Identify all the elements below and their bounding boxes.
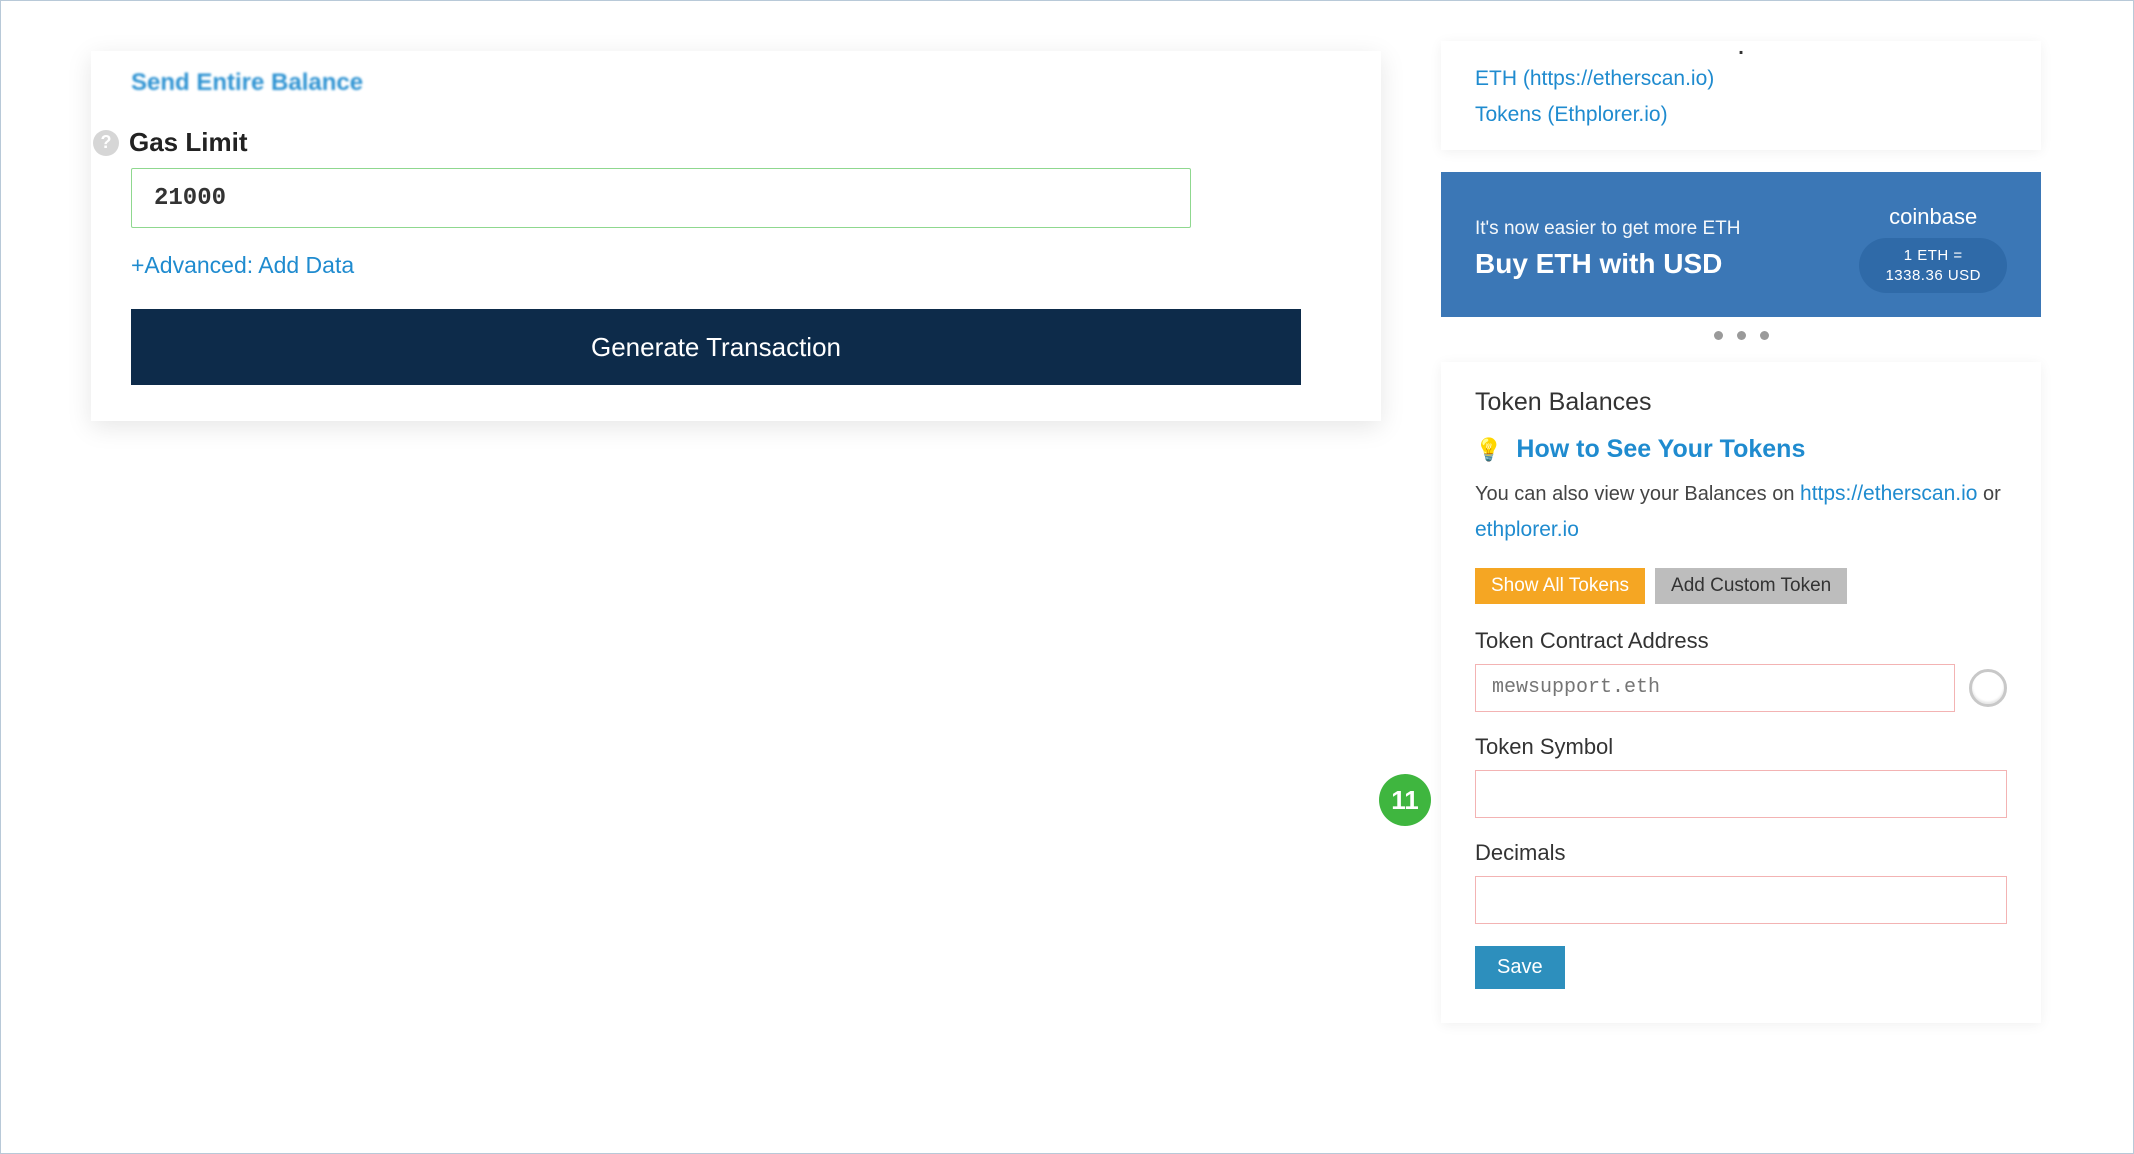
token-buttons-row: Show All Tokens Add Custom Token [1475, 568, 2007, 604]
balances-description: You can also view your Balances on https… [1475, 476, 2007, 547]
loading-spinner-icon [1969, 669, 2007, 707]
ethplorer-balance-link[interactable]: ethplorer.io [1475, 512, 1579, 548]
token-symbol-label: Token Symbol [1475, 734, 2007, 760]
howto-link-text: How to See Your Tokens [1516, 435, 1805, 464]
gas-limit-input[interactable] [131, 168, 1191, 228]
help-icon[interactable]: ? [93, 130, 119, 156]
promo-text: It's now easier to get more ETH Buy ETH … [1475, 218, 1741, 280]
token-symbol-input[interactable] [1475, 770, 2007, 818]
token-balances-title: Token Balances [1475, 388, 2007, 417]
transaction-history-card: . ETH (https://etherscan.io) Tokens (Eth… [1441, 41, 2041, 150]
buy-eth-promo[interactable]: It's now easier to get more ETH Buy ETH … [1441, 172, 2041, 317]
show-all-tokens-button[interactable]: Show All Tokens [1475, 568, 1645, 604]
bullet-icon: . [1475, 45, 2007, 51]
decimals-label: Decimals [1475, 840, 2007, 866]
howto-see-tokens-link[interactable]: 💡 How to See Your Tokens [1475, 435, 2007, 464]
carousel-dot[interactable] [1760, 331, 1769, 340]
promo-wrapper: It's now easier to get more ETH Buy ETH … [1441, 172, 2041, 340]
promo-rate: coinbase 1 ETH = 1338.36 USD [1859, 204, 2007, 293]
send-card: Send Entire Balance ? Gas Limit +Advance… [91, 51, 1381, 421]
annotation-badge: 11 [1379, 774, 1431, 826]
carousel-dot[interactable] [1737, 331, 1746, 340]
decimals-input[interactable] [1475, 876, 2007, 924]
carousel-dot[interactable] [1714, 331, 1723, 340]
etherscan-balance-link[interactable]: https://etherscan.io [1800, 476, 1977, 512]
token-balances-card: 11 Token Balances 💡 How to See Your Toke… [1441, 362, 2041, 1022]
generate-transaction-button[interactable]: Generate Transaction [131, 309, 1301, 385]
promo-tagline: It's now easier to get more ETH [1475, 218, 1741, 240]
etherscan-link[interactable]: ETH (https://etherscan.io) [1475, 61, 1714, 97]
app-frame: Send Entire Balance ? Gas Limit +Advance… [0, 0, 2134, 1154]
token-contract-field [1475, 664, 2007, 712]
advanced-add-data-link[interactable]: +Advanced: Add Data [131, 252, 354, 279]
coinbase-label: coinbase [1889, 204, 1977, 230]
send-entire-balance-link[interactable]: Send Entire Balance [131, 69, 363, 97]
desc-mid: or [1977, 483, 2000, 505]
layout: Send Entire Balance ? Gas Limit +Advance… [1, 1, 2133, 1063]
carousel-dots [1441, 317, 2041, 340]
lightbulb-icon: 💡 [1475, 437, 1502, 463]
gas-limit-label: Gas Limit [129, 127, 247, 158]
gas-limit-row: ? Gas Limit [93, 127, 1341, 158]
token-contract-input[interactable] [1475, 664, 1955, 712]
add-custom-token-button[interactable]: Add Custom Token [1655, 568, 1847, 604]
promo-headline: Buy ETH with USD [1475, 248, 1741, 280]
rate-pill: 1 ETH = 1338.36 USD [1859, 238, 2007, 293]
rate-line-2: 1338.36 USD [1885, 266, 1981, 286]
rate-line-1: 1 ETH = [1885, 246, 1981, 266]
desc-prefix: You can also view your Balances on [1475, 483, 1800, 505]
right-column: . ETH (https://etherscan.io) Tokens (Eth… [1441, 41, 2041, 1023]
token-contract-label: Token Contract Address [1475, 628, 2007, 654]
ethplorer-link[interactable]: Tokens (Ethplorer.io) [1475, 97, 1668, 133]
save-button[interactable]: Save [1475, 946, 1565, 989]
